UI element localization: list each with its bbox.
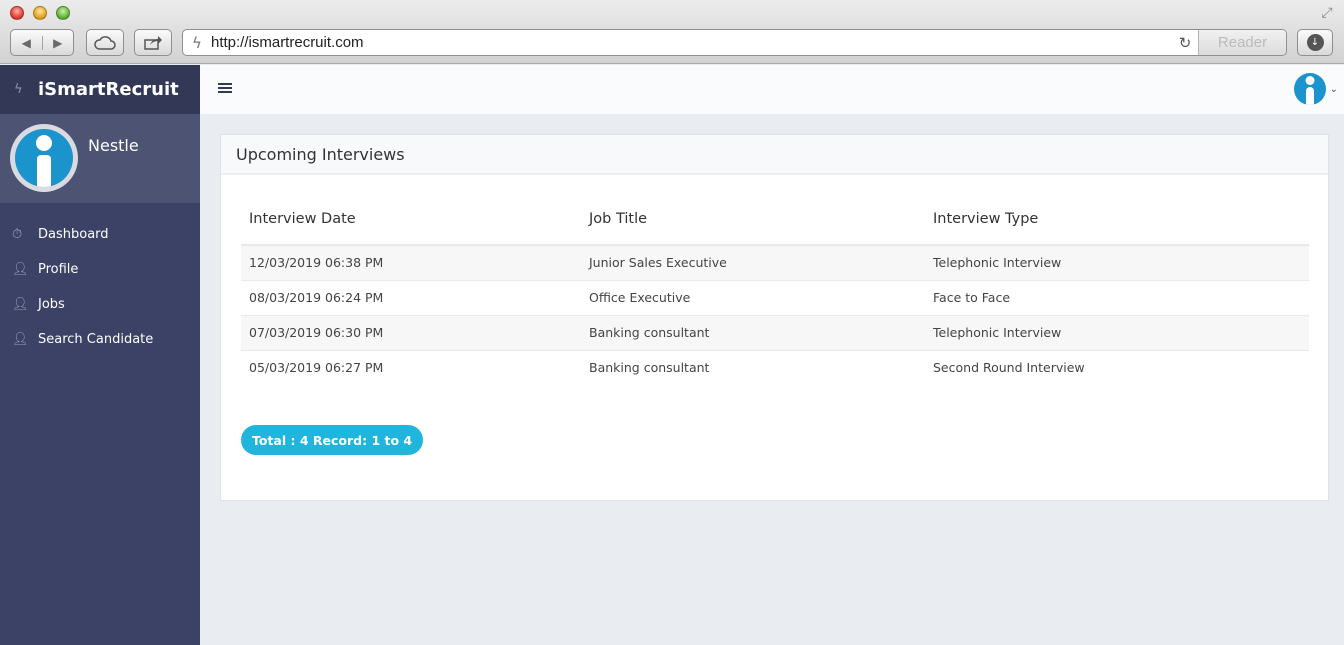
back-forward-buttons: ◀ ▶: [10, 29, 74, 56]
url-input[interactable]: http://ismartrecruit.com: [211, 34, 1172, 51]
sidebar-item-label: Search Candidate: [38, 332, 154, 347]
bolt-icon: ϟ: [14, 82, 23, 97]
download-icon: ↓: [1306, 34, 1324, 51]
table-row[interactable]: 05/03/2019 06:27 PM Banking consultant S…: [241, 350, 1309, 385]
sidebar-item-label: Profile: [38, 262, 79, 277]
brand-name: iSmartRecruit: [38, 79, 179, 100]
interview-type-cell: Telephonic Interview: [925, 245, 1309, 281]
sidebar-item-jobs[interactable]: 👤︎ Jobs: [0, 287, 200, 322]
table-row[interactable]: 07/03/2019 06:30 PM Banking consultant T…: [241, 315, 1309, 351]
interview-date-cell: 12/03/2019 06:38 PM: [241, 245, 581, 281]
table-header-row: Interview Date Job Title Interview Type: [241, 201, 1309, 246]
address-bar[interactable]: ϟ http://ismartrecruit.com ↻ Reader: [182, 29, 1287, 56]
profile-name: Nestle: [88, 136, 139, 155]
sidebar-item-dashboard[interactable]: ⏱ Dashboard: [0, 217, 200, 252]
column-header-interview-type[interactable]: Interview Type: [925, 201, 1309, 246]
column-header-interview-date[interactable]: Interview Date: [241, 201, 581, 246]
user-avatar-icon: [1293, 73, 1326, 105]
job-title-cell: Junior Sales Executive: [581, 245, 925, 281]
reader-button[interactable]: Reader: [1198, 30, 1286, 55]
interview-date-cell: 07/03/2019 06:30 PM: [241, 315, 581, 351]
sidebar: ϟ iSmartRecruit Nestle ⏱ Dashboard 👤︎ Pr…: [0, 65, 200, 645]
browser-chrome: ⤢ ◀ ▶ ϟ http://ismartrecruit.com ↻ Reade…: [0, 0, 1344, 64]
interview-type-cell: Face to Face: [925, 280, 1309, 316]
job-title-cell: Banking consultant: [581, 315, 925, 351]
cloud-icon: [94, 35, 116, 50]
window-controls: [10, 6, 70, 20]
user-icon: 👤︎: [12, 262, 29, 277]
record-count-badge: Total : 4 Record: 1 to 4: [241, 425, 424, 455]
column-header-job-title[interactable]: Job Title: [581, 201, 925, 246]
sidebar-item-label: Jobs: [38, 297, 65, 312]
user-icon: 👤︎: [12, 332, 29, 347]
panel-header: Upcoming Interviews: [221, 135, 1328, 175]
menu-toggle-icon[interactable]: [218, 81, 232, 95]
forward-button[interactable]: ▶: [43, 36, 74, 50]
ismartrecruit-logo-icon: [15, 129, 73, 187]
icloud-tabs-button[interactable]: [86, 29, 124, 56]
downloads-button[interactable]: ↓: [1297, 29, 1333, 56]
job-title-cell: Office Executive: [581, 280, 925, 316]
table-row[interactable]: 12/03/2019 06:38 PM Junior Sales Executi…: [241, 245, 1309, 281]
interview-type-cell: Telephonic Interview: [925, 315, 1309, 351]
top-bar: ⌄: [200, 65, 1344, 114]
table-row[interactable]: 08/03/2019 06:24 PM Office Executive Fac…: [241, 280, 1309, 316]
fullscreen-icon[interactable]: ⤢: [1318, 4, 1336, 22]
user-menu[interactable]: ⌄: [1293, 73, 1338, 105]
interviews-table: Interview Date Job Title Interview Type …: [241, 201, 1309, 385]
brand-header[interactable]: ϟ iSmartRecruit: [0, 65, 200, 114]
panel-title: Upcoming Interviews: [236, 144, 405, 164]
close-window-button[interactable]: [10, 6, 24, 20]
site-favicon-icon: ϟ: [192, 33, 202, 52]
stopwatch-icon: ⏱: [12, 227, 23, 242]
back-button[interactable]: ◀: [11, 35, 43, 50]
chevron-down-icon: ⌄: [1329, 83, 1338, 95]
interview-type-cell: Second Round Interview: [933, 360, 1085, 376]
zoom-window-button[interactable]: [56, 6, 70, 20]
sidebar-item-profile[interactable]: 👤︎ Profile: [0, 252, 200, 287]
interview-date-cell: 08/03/2019 06:24 PM: [241, 280, 581, 316]
share-icon: [144, 35, 162, 50]
sidebar-item-label: Dashboard: [38, 227, 109, 242]
user-icon: 👤︎: [12, 297, 29, 312]
upcoming-interviews-panel: Upcoming Interviews Interview Date Job T…: [220, 134, 1329, 501]
avatar[interactable]: [10, 124, 78, 192]
sidebar-menu: ⏱ Dashboard 👤︎ Profile 👤︎ Jobs 👤︎ Search…: [0, 203, 200, 357]
profile-block: Nestle: [0, 114, 200, 203]
interview-date-cell: 05/03/2019 06:27 PM: [249, 360, 384, 376]
job-title-cell: Banking consultant: [589, 360, 710, 376]
reload-icon[interactable]: ↻: [1172, 34, 1198, 52]
minimize-window-button[interactable]: [33, 6, 47, 20]
share-button[interactable]: [134, 29, 172, 56]
sidebar-item-search-candidate[interactable]: 👤︎ Search Candidate: [0, 322, 200, 357]
